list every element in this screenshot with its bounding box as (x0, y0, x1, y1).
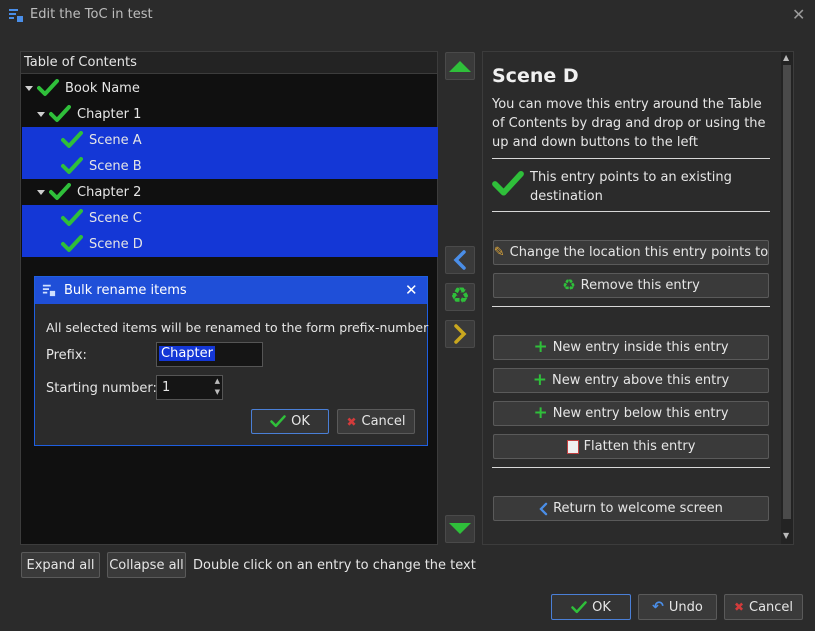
tree-item-chapter-2[interactable]: Chapter 2 (22, 179, 438, 205)
divider (492, 306, 770, 307)
dialog-close-icon[interactable]: ✕ (405, 281, 418, 299)
recycle-icon: ♻ (562, 276, 576, 294)
scroll-up-icon[interactable]: ▲ (783, 53, 789, 62)
new-entry-below-button[interactable]: + New entry below this entry (493, 401, 769, 426)
dialog-ok-button[interactable]: OK (251, 409, 329, 434)
dialog-title-bar: Bulk rename items ✕ (35, 277, 427, 304)
checkmark-icon (49, 105, 71, 122)
plus-icon: + (533, 403, 548, 423)
document-icon (566, 439, 579, 454)
tree-item-scene-b[interactable]: Scene B (22, 153, 438, 179)
spin-down-icon[interactable]: ▼ (215, 388, 220, 396)
remove-entry-button[interactable]: ♻ Remove this entry (493, 273, 769, 298)
checkmark-icon (37, 79, 59, 96)
ok-button[interactable]: OK (551, 594, 631, 620)
tree-item-scene-a[interactable]: Scene A (22, 127, 438, 153)
chevron-down-icon[interactable] (37, 111, 45, 117)
edit-icon: ✎ (493, 245, 505, 260)
title-bar: Edit the ToC in test ✕ (0, 0, 815, 30)
arrow-down-icon (449, 523, 471, 534)
details-panel: Scene D You can move this entry around t… (482, 51, 794, 545)
indent-left-button[interactable] (445, 246, 475, 274)
move-up-button[interactable] (445, 52, 475, 80)
plus-icon: + (532, 370, 548, 390)
chevron-left-icon (453, 250, 466, 270)
starting-number-label: Starting number: (46, 381, 157, 396)
arrow-up-icon (449, 61, 471, 72)
dialog-title: Bulk rename items (64, 283, 187, 298)
change-location-button[interactable]: ✎ Change the location this entry points … (493, 240, 769, 265)
app-icon (8, 7, 24, 23)
flatten-entry-button[interactable]: Flatten this entry (493, 434, 769, 459)
new-entry-inside-button[interactable]: + New entry inside this entry (493, 335, 769, 360)
collapse-all-button[interactable]: Collapse all (107, 552, 186, 578)
divider (492, 211, 770, 212)
prefix-label: Prefix: (46, 348, 87, 363)
destination-status: This entry points to an existing destina… (530, 170, 732, 204)
close-icon[interactable]: ✕ (792, 5, 805, 24)
undo-icon: ↶ (652, 599, 664, 615)
dialog-cancel-button[interactable]: ✖ Cancel (337, 409, 415, 434)
app-icon (42, 283, 56, 297)
spin-up-icon[interactable]: ▲ (215, 377, 220, 385)
move-down-button[interactable] (445, 515, 475, 543)
window-title: Edit the ToC in test (30, 7, 153, 22)
chevron-down-icon[interactable] (37, 189, 45, 195)
chevron-right-icon (454, 324, 467, 344)
bulk-rename-dialog: Bulk rename items ✕ All selected items w… (34, 276, 428, 446)
tree-item-scene-d[interactable]: Scene D (22, 231, 438, 257)
tree-item-scene-c[interactable]: Scene C (22, 205, 438, 231)
scroll-down-icon[interactable]: ▼ (783, 531, 789, 540)
divider (492, 158, 770, 159)
checkmark-icon (492, 171, 524, 196)
tree-item-book-name[interactable]: Book Name (22, 75, 438, 101)
undo-button[interactable]: ↶ Undo (638, 594, 717, 620)
scrollbar-thumb[interactable] (783, 65, 791, 519)
tree-item-chapter-1[interactable]: Chapter 1 (22, 101, 438, 127)
details-title: Scene D (492, 65, 579, 87)
cancel-button[interactable]: ✖ Cancel (724, 594, 803, 620)
details-scrollbar[interactable]: ▲ ▼ (781, 52, 793, 544)
chevron-left-icon (539, 502, 548, 515)
chevron-down-icon[interactable] (25, 85, 33, 91)
prefix-input[interactable]: Chapter (156, 342, 263, 367)
checkmark-icon (270, 415, 286, 428)
cancel-icon: ✖ (733, 600, 744, 614)
hint-text: Double click on an entry to change the t… (193, 558, 476, 573)
checkmark-icon (61, 235, 83, 252)
divider (492, 467, 770, 468)
toc-header: Table of Contents (21, 52, 437, 74)
plus-icon: + (533, 337, 548, 357)
checkmark-icon (61, 157, 83, 174)
return-welcome-button[interactable]: Return to welcome screen (493, 496, 769, 521)
checkmark-icon (49, 183, 71, 200)
cancel-icon: ✖ (346, 414, 357, 429)
checkmark-icon (61, 131, 83, 148)
details-description: You can move this entry around the Table… (492, 97, 766, 150)
dialog-description: All selected items will be renamed to th… (46, 320, 429, 335)
recycle-button[interactable]: ♻ (445, 283, 475, 311)
checkmark-icon (61, 209, 83, 226)
expand-all-button[interactable]: Expand all (21, 552, 100, 578)
starting-number-spinbox[interactable]: 1 ▲ ▼ (156, 375, 223, 400)
new-entry-above-button[interactable]: + New entry above this entry (493, 368, 769, 393)
indent-right-button[interactable] (445, 320, 475, 348)
checkmark-icon (571, 600, 587, 613)
recycle-icon: ♻ (450, 284, 470, 309)
